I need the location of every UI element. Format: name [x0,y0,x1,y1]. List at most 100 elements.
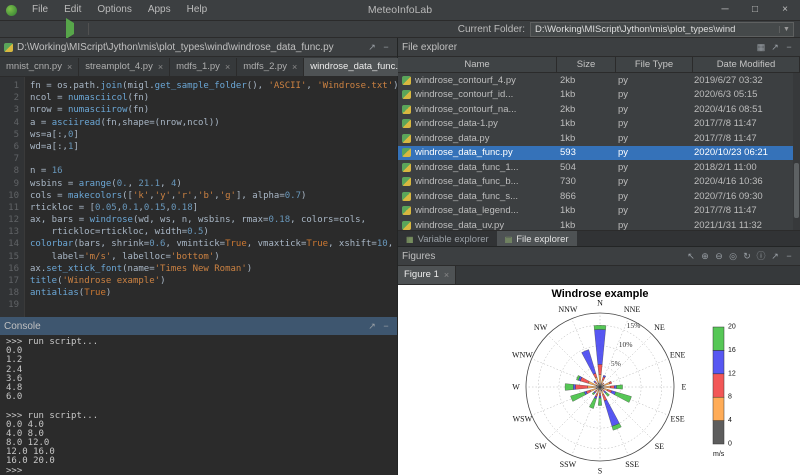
svg-text:16: 16 [728,347,736,354]
toolbar-separator [88,23,89,35]
minimize-icon[interactable]: − [379,317,393,335]
editor-tab-bar: mnist_cnn.py×streamplot_4.py×mdfs_1.py×m… [0,57,397,77]
menu-edit[interactable]: Edit [56,0,89,20]
editor-tab-mdfs_1.py[interactable]: mdfs_1.py× [170,58,237,76]
app-logo-icon [6,5,17,16]
column-header-date-modified[interactable]: Date Modified [693,57,800,72]
menu-options[interactable]: Options [89,0,139,20]
menu-apps[interactable]: Apps [140,0,179,20]
python-file-icon [402,221,411,230]
file-row[interactable]: windrose_contourf_id...1kbpy2020/6/3 05:… [398,88,800,103]
file-row[interactable]: windrose_data_func_1...504py2018/2/1 11:… [398,160,800,175]
zoom-in-icon[interactable]: ⊕ [698,247,712,265]
maximize-window-button[interactable]: □ [740,0,770,20]
editor-tab-mdfs_2.py[interactable]: mdfs_2.py× [237,58,304,76]
minimize-window-button[interactable]: ─ [710,0,740,20]
column-header-file-type[interactable]: File Type [616,57,693,72]
close-tab-icon[interactable]: × [444,266,449,284]
python-file-icon [402,163,411,172]
file-row[interactable]: windrose_data_legend...1kbpy2017/7/8 11:… [398,204,800,219]
tab-label: mnist_cnn.py [6,58,62,76]
line-number: 2 [0,92,24,104]
editor-panel-header: D:\Working\MIScript\Jython\mis\plot_type… [0,38,397,57]
zoom-out-icon[interactable]: ⊖ [712,247,726,265]
file-row[interactable]: windrose_contourf_4.py2kbpy2019/6/27 03:… [398,73,800,88]
file-table[interactable]: windrose_contourf_4.py2kbpy2019/6/27 03:… [398,73,800,230]
line-number: 13 [0,226,24,238]
file-row[interactable]: windrose_data_uv.py1kbpy2021/1/31 11:32 [398,218,800,230]
code-editor[interactable]: 12345678910111213141516171819 fn = os.pa… [0,77,397,318]
file-date: 2020/10/23 06:21 [690,147,800,158]
file-type: py [614,162,690,173]
code-lines[interactable]: fn = os.path.join(migl.get_sample_folder… [25,77,397,318]
float-icon[interactable]: ↗ [365,38,379,56]
svg-text:10%: 10% [619,340,633,349]
python-file-icon [402,90,411,99]
editor-tab-streamplot_4.py[interactable]: streamplot_4.py× [79,58,170,76]
file-date: 2019/6/27 03:32 [690,75,800,86]
close-tab-icon[interactable]: × [67,58,72,76]
console-line: 1.2 [6,356,397,365]
file-size: 2kb [556,104,614,115]
code-line: rtickloc = [0.05,0.1,0.15,0.18] [30,202,397,214]
close-tab-icon[interactable]: × [225,58,230,76]
line-number: 14 [0,238,24,250]
file-size: 1kb [556,205,614,216]
scrollbar-thumb[interactable] [794,163,799,218]
file-type: py [614,89,690,100]
file-name: windrose_data-1.py [415,118,498,129]
scrollbar[interactable] [793,73,800,230]
python-file-icon [402,148,411,157]
svg-text:ENE: ENE [670,350,686,359]
python-file-icon [4,43,13,52]
run-script-icon[interactable] [66,18,74,39]
editor-tab-mnist_cnn.py[interactable]: mnist_cnn.py × [0,58,79,76]
file-date: 2020/6/3 05:15 [690,89,800,100]
code-line: nrow = numasciirow(fn) [30,104,397,116]
console-line: >>> run script... [6,412,397,421]
chevron-down-icon[interactable]: ▼ [779,26,793,33]
menu-file[interactable]: File [24,0,56,20]
file-size: 1kb [556,220,614,230]
svg-text:NNE: NNE [624,305,641,314]
pointer-icon[interactable]: ↖ [684,247,698,265]
file-row[interactable]: windrose_data-1.py1kbpy2017/7/8 11:47 [398,117,800,132]
file-row[interactable]: windrose_data_func_s...866py2020/7/16 09… [398,189,800,204]
close-tab-icon[interactable]: × [292,58,297,76]
figure-canvas[interactable]: NNNENEENEEESESESSESSSWSWWSWWWNWNWNNW5%10… [398,285,800,475]
file-date: 2021/1/31 11:32 [690,220,800,230]
menu-help[interactable]: Help [179,0,216,20]
file-row[interactable]: windrose_data_func_b...730py2020/4/16 10… [398,175,800,190]
full-extent-icon[interactable]: ◎ [726,247,740,265]
file-row[interactable]: windrose_contourf_na...2kbpy2020/4/16 08… [398,102,800,117]
file-size: 2kb [556,75,614,86]
file-name: windrose_data_uv.py [415,220,504,230]
close-tab-icon[interactable]: × [158,58,163,76]
close-window-button[interactable]: × [770,0,800,20]
minimize-icon[interactable]: − [379,38,393,56]
layout-icon[interactable]: ▦ [754,38,768,56]
file-row[interactable]: windrose_data.py1kbpy2017/7/8 11:47 [398,131,800,146]
file-table-column-header[interactable]: NameSizeFile TypeDate Modified [398,57,800,73]
svg-text:20: 20 [728,324,736,331]
minimize-icon[interactable]: − [782,247,796,265]
identify-icon[interactable]: ⓘ [754,247,768,265]
file-date: 2018/2/1 11:00 [690,162,800,173]
console-panel-header: Console ↗− [0,317,397,336]
float-icon[interactable]: ↗ [768,247,782,265]
line-number: 8 [0,165,24,177]
float-icon[interactable]: ↗ [365,317,379,335]
code-line: label='m/s', labelloc='bottom') [30,251,397,263]
rotate-icon[interactable]: ↻ [740,247,754,265]
float-icon[interactable]: ↗ [768,38,782,56]
console-line: >>> [6,467,397,475]
console-output[interactable]: >>> run script...0.01.22.43.64.86.0 >>> … [0,336,397,475]
svg-text:NW: NW [534,323,548,332]
console-line: 3.6 [6,375,397,384]
column-header-size[interactable]: Size [557,57,616,72]
figure-1-tab[interactable]: Figure 1 × [398,266,456,284]
minimize-icon[interactable]: − [782,38,796,56]
column-header-name[interactable]: Name [398,57,557,72]
file-row[interactable]: windrose_data_func.py593py2020/10/23 06:… [398,146,800,161]
current-folder-combobox[interactable]: D:\Working\MIScript\Jython\mis\plot_type… [530,22,794,37]
